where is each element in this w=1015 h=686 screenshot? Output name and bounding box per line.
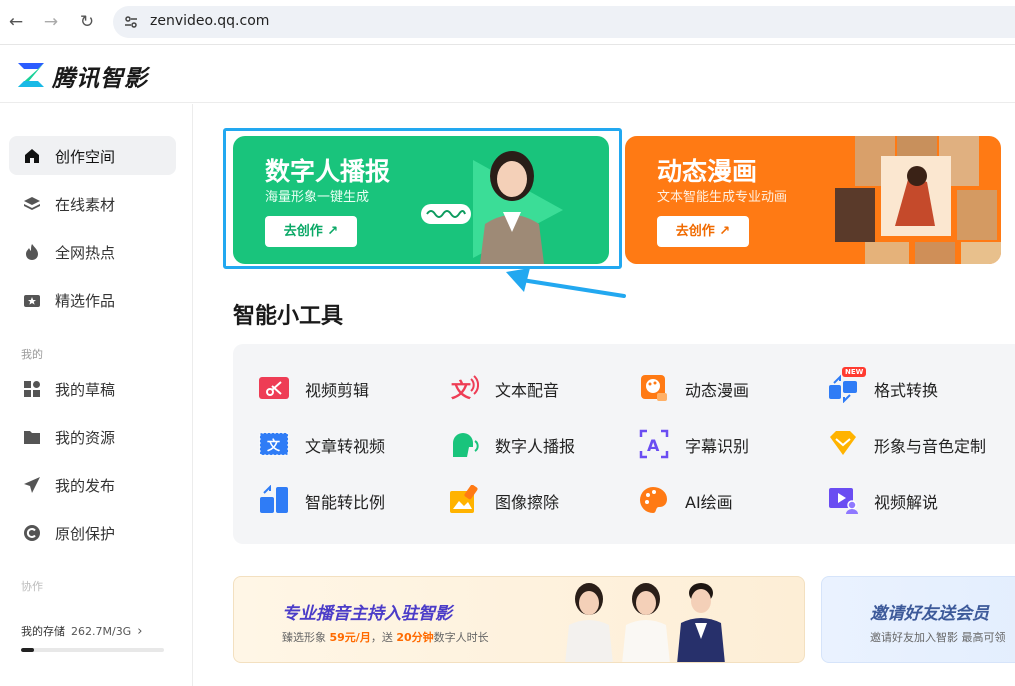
new-badge: NEW: [842, 367, 867, 377]
sidebar-item-label: 原创保护: [55, 525, 116, 543]
promo-invite-friends[interactable]: 邀请好友送会员 邀请好友加入智影 最高可领: [821, 576, 1015, 663]
paint-palette-icon: [640, 487, 667, 513]
article-video-icon: 文: [259, 432, 289, 456]
address-bar[interactable]: zenvideo.qq.com: [113, 6, 1015, 38]
convert-icon: [829, 374, 857, 403]
tool-label: 视频解说: [874, 493, 939, 512]
flame-icon: [26, 244, 38, 260]
promo-subtitle: 臻选形象 59元/月，送 20分钟数字人时长: [282, 629, 489, 645]
svg-text:文: 文: [451, 378, 472, 402]
video-star-icon: [24, 295, 40, 307]
promo-sub-text: 臻选形象: [282, 631, 330, 644]
storage-label: 我的存储: [21, 625, 65, 638]
comic-collage-illustration: [835, 136, 1001, 264]
home-icon: [25, 149, 39, 163]
sidebar-item-featured[interactable]: 精选作品: [9, 280, 176, 319]
promo-anchor-join[interactable]: 专业播音主持入驻智影 臻选形象 59元/月，送 20分钟数字人时长: [233, 576, 805, 663]
sidebar-item-materials[interactable]: 在线素材: [9, 184, 176, 223]
storage-progress-fill: [21, 648, 34, 652]
scissors-icon: [259, 377, 289, 399]
promo-sub-text: 数字人时长: [433, 631, 489, 644]
anchors-illustration: [565, 583, 725, 662]
tool-label: 视频剪辑: [305, 381, 370, 400]
sidebar-item-label: 全网热点: [55, 244, 116, 262]
selection-highlight-frame: [223, 128, 622, 269]
palette-comic-icon: [641, 375, 667, 401]
grid-icon: [24, 381, 40, 397]
tool-label: 格式转换: [874, 381, 939, 400]
storage-progress-bar: [21, 648, 164, 652]
sidebar-item-drafts[interactable]: 我的草稿: [9, 369, 176, 408]
text-voice-icon: 文: [451, 375, 479, 402]
banner-dynamic-comic[interactable]: 动态漫画 文本智能生成专业动画 去创作 ↗: [625, 136, 1001, 264]
tool-label: 形象与音色定制: [874, 437, 987, 456]
video-narrate-icon: [829, 488, 858, 514]
zhiying-logo-icon[interactable]: [18, 63, 44, 87]
tools-grid: 视频剪辑 文 文本配音 动态漫画 NEW 格式转换 文 文章转视频 数字人播报 …: [233, 344, 1015, 544]
sidebar-item-label: 我的草稿: [55, 381, 116, 399]
sidebar-group-mine: 我的: [21, 348, 43, 361]
site-settings-icon[interactable]: [123, 14, 139, 30]
banner-title: 动态漫画: [657, 157, 758, 186]
folder-icon: [24, 431, 40, 444]
sidebar-item-label: 我的发布: [55, 477, 116, 495]
annotation-arrow-icon: [506, 268, 626, 298]
promo-sub-text: ，送: [370, 631, 397, 644]
promo-title: 专业播音主持入驻智影: [282, 604, 452, 624]
sidebar-item-hotspots[interactable]: 全网热点: [9, 232, 176, 271]
create-button[interactable]: 去创作 ↗: [657, 216, 749, 247]
layers-icon: [24, 197, 40, 210]
tool-label: AI绘画: [685, 493, 733, 512]
ratio-icon: [260, 485, 288, 513]
tool-label: 文章转视频: [305, 437, 386, 456]
tool-label: 数字人播报: [495, 437, 576, 456]
promo-title: 邀请好友送会员: [870, 604, 989, 624]
sidebar-item-label: 创作空间: [55, 148, 116, 166]
subtitle-icon: A: [639, 429, 669, 459]
svg-text:A: A: [647, 436, 660, 455]
tools-section-title: 智能小工具: [233, 304, 344, 329]
copyright-icon: [24, 525, 40, 541]
chevron-right-icon[interactable]: ›: [137, 624, 142, 639]
avatar-voice-icon: [453, 433, 479, 457]
url-text[interactable]: zenvideo.qq.com: [150, 13, 269, 29]
promo-minutes: 20分钟: [396, 631, 434, 644]
tool-label: 动态漫画: [685, 381, 750, 400]
sidebar-item-label: 精选作品: [55, 292, 116, 310]
sidebar-item-protection[interactable]: 原创保护: [9, 513, 176, 552]
brand-name[interactable]: 腾讯智影: [52, 59, 148, 93]
promo-price: 59元/月: [329, 631, 371, 644]
app-header: 腾讯智影: [0, 45, 1015, 103]
sidebar-item-label: 在线素材: [55, 196, 116, 214]
banner-subtitle: 文本智能生成专业动画: [657, 190, 788, 205]
send-icon: [24, 477, 40, 493]
back-arrow-icon[interactable]: ←: [6, 12, 26, 32]
storage-info[interactable]: 我的存储 262.7M/3G ›: [21, 623, 142, 639]
browser-toolbar: ← → ↻ zenvideo.qq.com: [0, 0, 1015, 45]
diamond-icon: [830, 431, 856, 455]
storage-value: 262.7M/3G: [71, 625, 132, 638]
sidebar-group-collab: 协作: [21, 580, 43, 593]
sidebar-item-publish[interactable]: 我的发布: [9, 465, 176, 504]
sidebar-item-workspace[interactable]: 创作空间: [9, 136, 176, 175]
sidebar: 创作空间 在线素材 全网热点 精选作品 我的 我的草稿 我的资源 我的发布 原创…: [0, 104, 193, 686]
tool-label: 智能转比例: [305, 493, 386, 512]
svg-text:文: 文: [267, 438, 281, 454]
tool-label: 图像擦除: [495, 493, 560, 512]
forward-arrow-icon[interactable]: →: [41, 12, 61, 32]
tool-label: 字幕识别: [685, 437, 750, 456]
promo-subtitle: 邀请好友加入智影 最高可领: [870, 631, 1006, 644]
reload-icon[interactable]: ↻: [77, 12, 97, 32]
sidebar-item-label: 我的资源: [55, 429, 116, 447]
sidebar-item-resources[interactable]: 我的资源: [9, 417, 176, 456]
tool-label: 文本配音: [495, 381, 560, 400]
eraser-icon: [450, 485, 478, 513]
